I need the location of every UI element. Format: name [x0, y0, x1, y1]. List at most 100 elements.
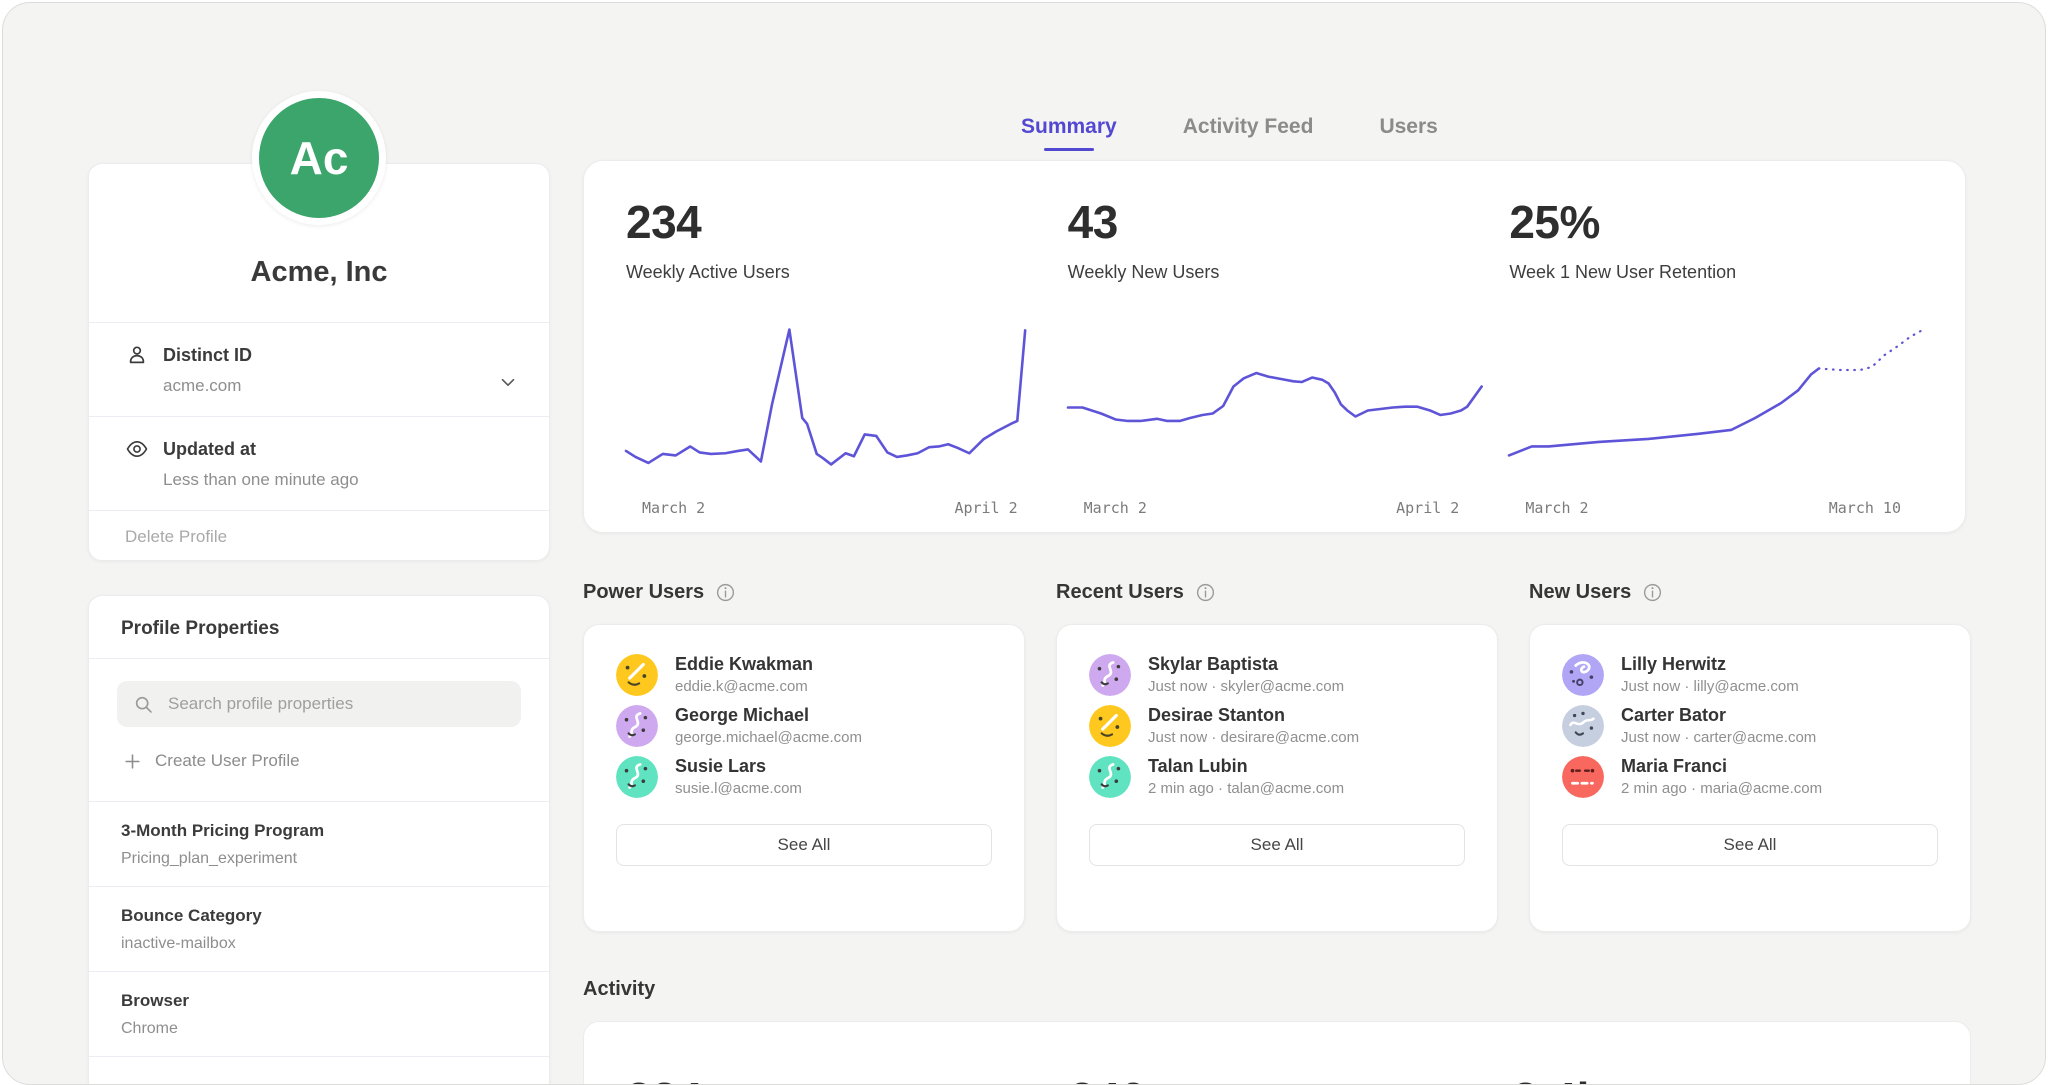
property-name: Bounce Category [121, 906, 517, 926]
delete-profile-button[interactable]: Delete Profile [89, 511, 549, 563]
search-profile-properties-box[interactable] [117, 681, 521, 727]
field-label: Updated at [163, 439, 256, 460]
activity-stat-value: 3.4k [1499, 1072, 1942, 1085]
user-row[interactable]: Maria Franci 2 min ago · maria@acme.com [1562, 751, 1938, 802]
user-row[interactable]: Talan Lubin 2 min ago · talan@acme.com [1089, 751, 1465, 802]
company-profile-screen: Ac Acme, Inc Distinct ID acme.com Update… [0, 0, 2048, 1085]
user-name: Maria Franci [1621, 756, 1822, 777]
activity-title: Activity [583, 978, 1971, 1001]
x-axis-tick-end: April 2 [1396, 499, 1459, 517]
activity-stat-value: 240 [1055, 1072, 1498, 1085]
eye-icon [125, 437, 149, 461]
property-row-wrap: 3-Month Pricing Program Pricing_plan_exp… [89, 802, 549, 887]
property-value: inactive-mailbox [121, 935, 517, 953]
see-all-button[interactable]: See All [1562, 824, 1938, 866]
profile-properties-body: Create User Profile [89, 659, 549, 801]
tab-activity-feed[interactable]: Activity Feed [1183, 115, 1314, 151]
user-avatar [1562, 756, 1604, 798]
user-subtext: Just now · lilly@acme.com [1621, 678, 1799, 695]
summary-card: 234 Weekly Active Users March 2 April 2 … [583, 160, 1966, 533]
user-subtext: Just now · desirare@acme.com [1148, 729, 1359, 746]
stat-label: Weekly New Users [1068, 262, 1482, 283]
summary-stat-column: 234 Weekly Active Users March 2 April 2 [612, 195, 1054, 532]
see-all-button[interactable]: See All [1089, 824, 1465, 866]
user-name: Lilly Herwitz [1621, 654, 1799, 675]
user-row[interactable]: Desirae Stanton Just now · desirare@acme… [1089, 700, 1465, 751]
property-list: 3-Month Pricing Program Pricing_plan_exp… [89, 802, 549, 1057]
stat-value: 25% [1509, 195, 1923, 249]
info-icon[interactable] [1642, 582, 1663, 603]
profile-field-row: Updated at Less than one minute ago [89, 417, 549, 511]
active-tab-underline [1044, 148, 1094, 151]
trend-line-chart-week-1-new-user-retention [1509, 325, 1923, 475]
info-icon[interactable] [1195, 582, 1216, 603]
property-name: 3-Month Pricing Program [121, 821, 517, 841]
user-avatar [1089, 654, 1131, 696]
user-row[interactable]: Susie Lars susie.l@acme.com [616, 751, 992, 802]
user-subtext: george.michael@acme.com [675, 729, 862, 746]
trend-line-chart-weekly-new-users [1068, 325, 1482, 475]
tab-summary[interactable]: Summary [1021, 115, 1117, 151]
info-icon[interactable] [715, 582, 736, 603]
user-name: Talan Lubin [1148, 756, 1344, 777]
property-row[interactable]: 3-Month Pricing Program Pricing_plan_exp… [89, 802, 549, 886]
section-title: New Users [1529, 581, 1631, 604]
trend-line-chart-weekly-active-users [626, 325, 1040, 475]
tab-users[interactable]: Users [1379, 115, 1437, 151]
divider [89, 1056, 549, 1057]
plus-icon [123, 752, 142, 771]
user-row[interactable]: Lilly Herwitz Just now · lilly@acme.com [1562, 649, 1938, 700]
user-row[interactable]: Carter Bator Just now · carter@acme.com [1562, 700, 1938, 751]
tab-bar: Summary Activity Feed Users [1021, 115, 1438, 151]
user-row[interactable]: Skylar Baptista Just now · skyler@acme.c… [1089, 649, 1465, 700]
property-row[interactable]: Browser Chrome [89, 972, 549, 1056]
user-row[interactable]: Eddie Kwakman eddie.k@acme.com [616, 649, 992, 700]
property-row-wrap: Browser Chrome [89, 972, 549, 1057]
tab-label: Activity Feed [1183, 115, 1314, 138]
user-list: Lilly Herwitz Just now · lilly@acme.com … [1562, 649, 1938, 802]
search-icon [133, 694, 154, 715]
user-avatar [1089, 756, 1131, 798]
section-title: Recent Users [1056, 581, 1184, 604]
user-list: Eddie Kwakman eddie.k@acme.com George Mi… [616, 649, 992, 802]
user-name: Carter Bator [1621, 705, 1816, 726]
app-window: Ac Acme, Inc Distinct ID acme.com Update… [2, 2, 2046, 1085]
create-user-profile-button[interactable]: Create User Profile [117, 727, 521, 793]
activity-card: 2342403.4k [583, 1021, 1971, 1085]
property-row[interactable]: Bounce Category inactive-mailbox [89, 887, 549, 971]
section-title: Power Users [583, 581, 704, 604]
user-section-new-users: New Users Lilly Herwitz Just now · lilly… [1529, 581, 1971, 932]
user-sections: Power Users Eddie Kwakman eddie.k@acme.c… [583, 581, 1971, 932]
activity-stat-value: 234 [612, 1072, 1055, 1085]
user-subtext: 2 min ago · talan@acme.com [1148, 780, 1344, 797]
user-avatar [616, 756, 658, 798]
user-avatar [1562, 705, 1604, 747]
user-list-card: Eddie Kwakman eddie.k@acme.com George Mi… [583, 624, 1025, 932]
divider [89, 510, 549, 511]
user-avatar [1562, 654, 1604, 696]
user-name: George Michael [675, 705, 862, 726]
chart-x-axis: March 2 March 10 [1509, 499, 1923, 517]
x-axis-tick-start: March 2 [1084, 499, 1147, 517]
create-user-profile-label: Create User Profile [155, 751, 300, 771]
chart-x-axis: March 2 April 2 [626, 499, 1040, 517]
summary-stat-column: 25% Week 1 New User Retention March 2 Ma… [1495, 195, 1937, 532]
search-profile-properties-input[interactable] [166, 693, 505, 715]
user-subtext: Just now · skyler@acme.com [1148, 678, 1344, 695]
profile-properties-panel: Profile Properties Create User Profile 3… [88, 595, 550, 1085]
tab-label: Users [1379, 115, 1437, 138]
user-row[interactable]: George Michael george.michael@acme.com [616, 700, 992, 751]
property-name: Browser [121, 991, 517, 1011]
chevron-down-icon[interactable] [497, 371, 519, 393]
user-name: Eddie Kwakman [675, 654, 813, 675]
user-subtext: 2 min ago · maria@acme.com [1621, 780, 1822, 797]
user-list-card: Skylar Baptista Just now · skyler@acme.c… [1056, 624, 1498, 932]
field-value: Less than one minute ago [163, 470, 513, 490]
see-all-button[interactable]: See All [616, 824, 992, 866]
person-icon [125, 343, 149, 367]
user-list-card: Lilly Herwitz Just now · lilly@acme.com … [1529, 624, 1971, 932]
x-axis-tick-start: March 2 [1525, 499, 1588, 517]
property-value: Pricing_plan_experiment [121, 850, 517, 868]
tab-label: Summary [1021, 115, 1117, 138]
user-name: Skylar Baptista [1148, 654, 1344, 675]
